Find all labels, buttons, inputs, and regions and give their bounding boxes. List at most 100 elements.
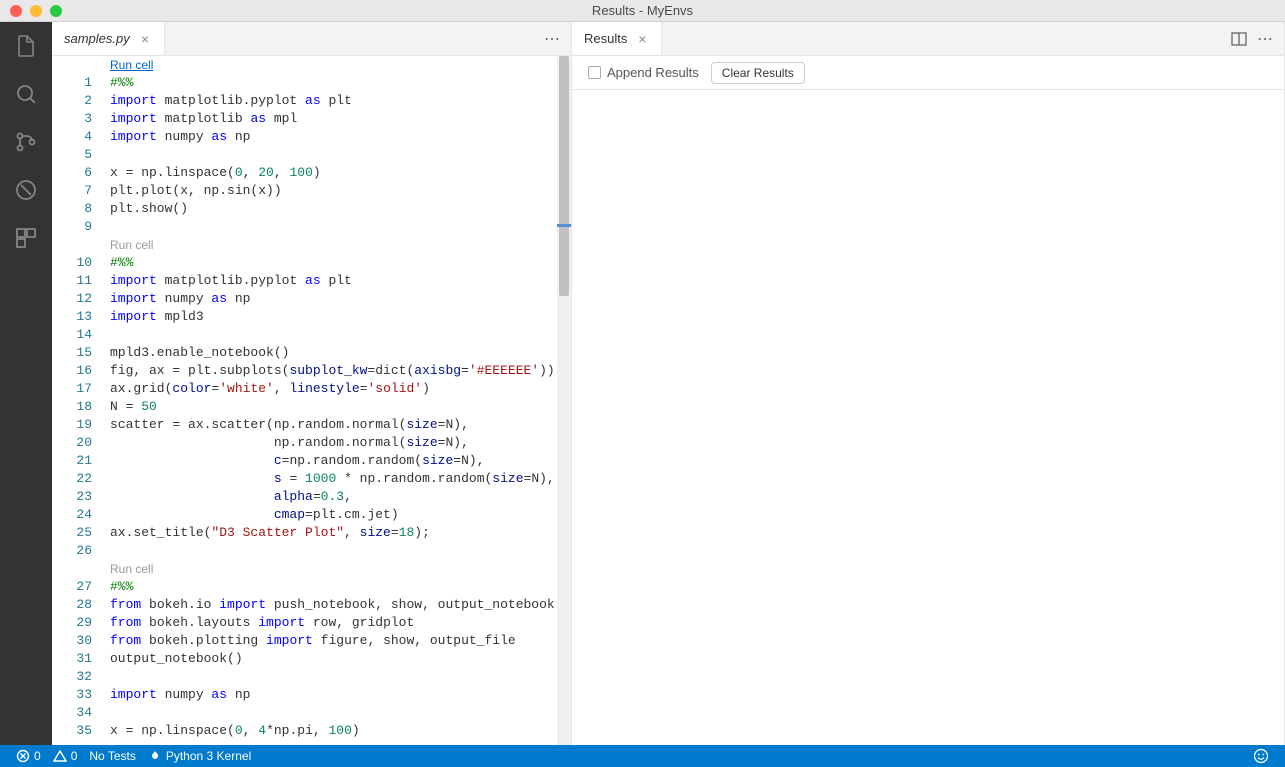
code-line[interactable]: fig, ax = plt.subplots(subplot_kw=dict(a… — [110, 362, 563, 380]
line-number: 22 — [52, 470, 92, 488]
line-number: 11 — [52, 272, 92, 290]
code-line[interactable]: from bokeh.plotting import figure, show,… — [110, 632, 563, 650]
source-control-icon[interactable] — [12, 128, 40, 156]
results-content-area — [572, 90, 1284, 745]
extensions-icon[interactable] — [12, 224, 40, 252]
more-actions-icon[interactable]: ⋯ — [544, 29, 561, 49]
close-icon[interactable]: × — [635, 32, 649, 46]
left-editor-panel: samples.py × ⋯ 1234567891011121314151617… — [52, 22, 572, 745]
debug-icon[interactable] — [12, 176, 40, 204]
code-line[interactable] — [110, 146, 563, 164]
code-line[interactable]: c=np.random.random(size=N), — [110, 452, 563, 470]
tab-label: Results — [584, 31, 627, 46]
split-editor-icon[interactable] — [1231, 31, 1247, 47]
tab-samples-py[interactable]: samples.py × — [52, 22, 165, 55]
code-line[interactable]: from bokeh.io import push_notebook, show… — [110, 596, 563, 614]
line-number-gutter: 1234567891011121314151617181920212223242… — [52, 56, 110, 745]
code-line[interactable]: scatter = ax.scatter(np.random.normal(si… — [110, 416, 563, 434]
status-kernel[interactable]: Python 3 Kernel — [142, 745, 257, 767]
line-number: 5 — [52, 146, 92, 164]
search-icon[interactable] — [12, 80, 40, 108]
code-line[interactable] — [110, 326, 563, 344]
code-line[interactable]: import matplotlib.pyplot as plt — [110, 92, 563, 110]
run-cell-lens[interactable]: Run cell — [110, 236, 563, 254]
line-number: 30 — [52, 632, 92, 650]
code-line[interactable]: plt.show() — [110, 200, 563, 218]
line-number: 9 — [52, 218, 92, 236]
code-line[interactable]: #%% — [110, 254, 563, 272]
code-line[interactable]: s = 1000 * np.random.random(size=N), — [110, 470, 563, 488]
line-number: 35 — [52, 722, 92, 740]
code-line[interactable]: output_notebook() — [110, 650, 563, 668]
line-number: 29 — [52, 614, 92, 632]
results-toolbar: Append Results Clear Results — [572, 56, 1284, 90]
line-number: 23 — [52, 488, 92, 506]
code-line[interactable]: import mpld3 — [110, 308, 563, 326]
left-tab-actions: ⋯ — [544, 22, 571, 55]
line-number: 17 — [52, 380, 92, 398]
append-results-checkbox[interactable]: Append Results — [588, 65, 699, 80]
code-line[interactable] — [110, 542, 563, 560]
main-area: samples.py × ⋯ 1234567891011121314151617… — [0, 22, 1285, 745]
traffic-lights — [0, 5, 62, 17]
line-number: 7 — [52, 182, 92, 200]
clear-results-button[interactable]: Clear Results — [711, 62, 805, 84]
window-title: Results - MyEnvs — [592, 3, 693, 18]
code-line[interactable]: alpha=0.3, — [110, 488, 563, 506]
close-window-button[interactable] — [10, 5, 22, 17]
checkbox-label: Append Results — [607, 65, 699, 80]
code-line[interactable]: from bokeh.layouts import row, gridplot — [110, 614, 563, 632]
more-actions-icon[interactable]: ⋯ — [1257, 29, 1274, 49]
code-line[interactable]: import numpy as np — [110, 290, 563, 308]
code-line[interactable]: plt.plot(x, np.sin(x)) — [110, 182, 563, 200]
editor-group: samples.py × ⋯ 1234567891011121314151617… — [52, 22, 1285, 745]
right-tab-actions: ⋯ — [1231, 22, 1284, 55]
tab-results[interactable]: Results × — [572, 22, 662, 55]
maximize-window-button[interactable] — [50, 5, 62, 17]
status-errors[interactable]: 0 — [10, 745, 47, 767]
scrollbar-thumb[interactable] — [559, 56, 569, 296]
line-number: 13 — [52, 308, 92, 326]
run-cell-lens[interactable]: Run cell — [110, 56, 563, 74]
code-line[interactable] — [110, 668, 563, 686]
statusbar: 0 0 No Tests Python 3 Kernel — [0, 745, 1285, 767]
checkbox-icon — [588, 66, 601, 79]
code-content[interactable]: Run cell#%%import matplotlib.pyplot as p… — [110, 56, 571, 745]
status-tests[interactable]: No Tests — [83, 745, 141, 767]
code-line[interactable]: ax.set_title("D3 Scatter Plot", size=18)… — [110, 524, 563, 542]
code-line[interactable]: import matplotlib.pyplot as plt — [110, 272, 563, 290]
line-number: 14 — [52, 326, 92, 344]
line-number: 6 — [52, 164, 92, 182]
line-number: 15 — [52, 344, 92, 362]
status-warnings[interactable]: 0 — [47, 745, 84, 767]
code-line[interactable]: N = 50 — [110, 398, 563, 416]
code-line[interactable]: #%% — [110, 74, 563, 92]
line-number: 25 — [52, 524, 92, 542]
status-feedback[interactable] — [1247, 748, 1275, 764]
close-icon[interactable]: × — [138, 32, 152, 46]
line-number: 33 — [52, 686, 92, 704]
code-line[interactable]: import numpy as np — [110, 686, 563, 704]
code-line[interactable]: np.random.normal(size=N), — [110, 434, 563, 452]
minimize-window-button[interactable] — [30, 5, 42, 17]
line-number: 10 — [52, 254, 92, 272]
code-line[interactable]: x = np.linspace(0, 20, 100) — [110, 164, 563, 182]
line-number: 19 — [52, 416, 92, 434]
line-number: 20 — [52, 434, 92, 452]
line-number: 12 — [52, 290, 92, 308]
code-line[interactable]: mpld3.enable_notebook() — [110, 344, 563, 362]
code-line[interactable]: cmap=plt.cm.jet) — [110, 506, 563, 524]
run-cell-lens[interactable]: Run cell — [110, 560, 563, 578]
code-line[interactable] — [110, 704, 563, 722]
code-line[interactable]: import numpy as np — [110, 128, 563, 146]
explorer-icon[interactable] — [12, 32, 40, 60]
code-line[interactable]: #%% — [110, 578, 563, 596]
code-line[interactable]: x = np.linspace(0, 4*np.pi, 100) — [110, 722, 563, 740]
line-number: 18 — [52, 398, 92, 416]
error-icon — [16, 749, 30, 763]
code-line[interactable]: import matplotlib as mpl — [110, 110, 563, 128]
vertical-scrollbar[interactable] — [557, 56, 571, 745]
code-line[interactable] — [110, 218, 563, 236]
code-line[interactable]: ax.grid(color='white', linestyle='solid'… — [110, 380, 563, 398]
code-editor[interactable]: 1234567891011121314151617181920212223242… — [52, 56, 571, 745]
